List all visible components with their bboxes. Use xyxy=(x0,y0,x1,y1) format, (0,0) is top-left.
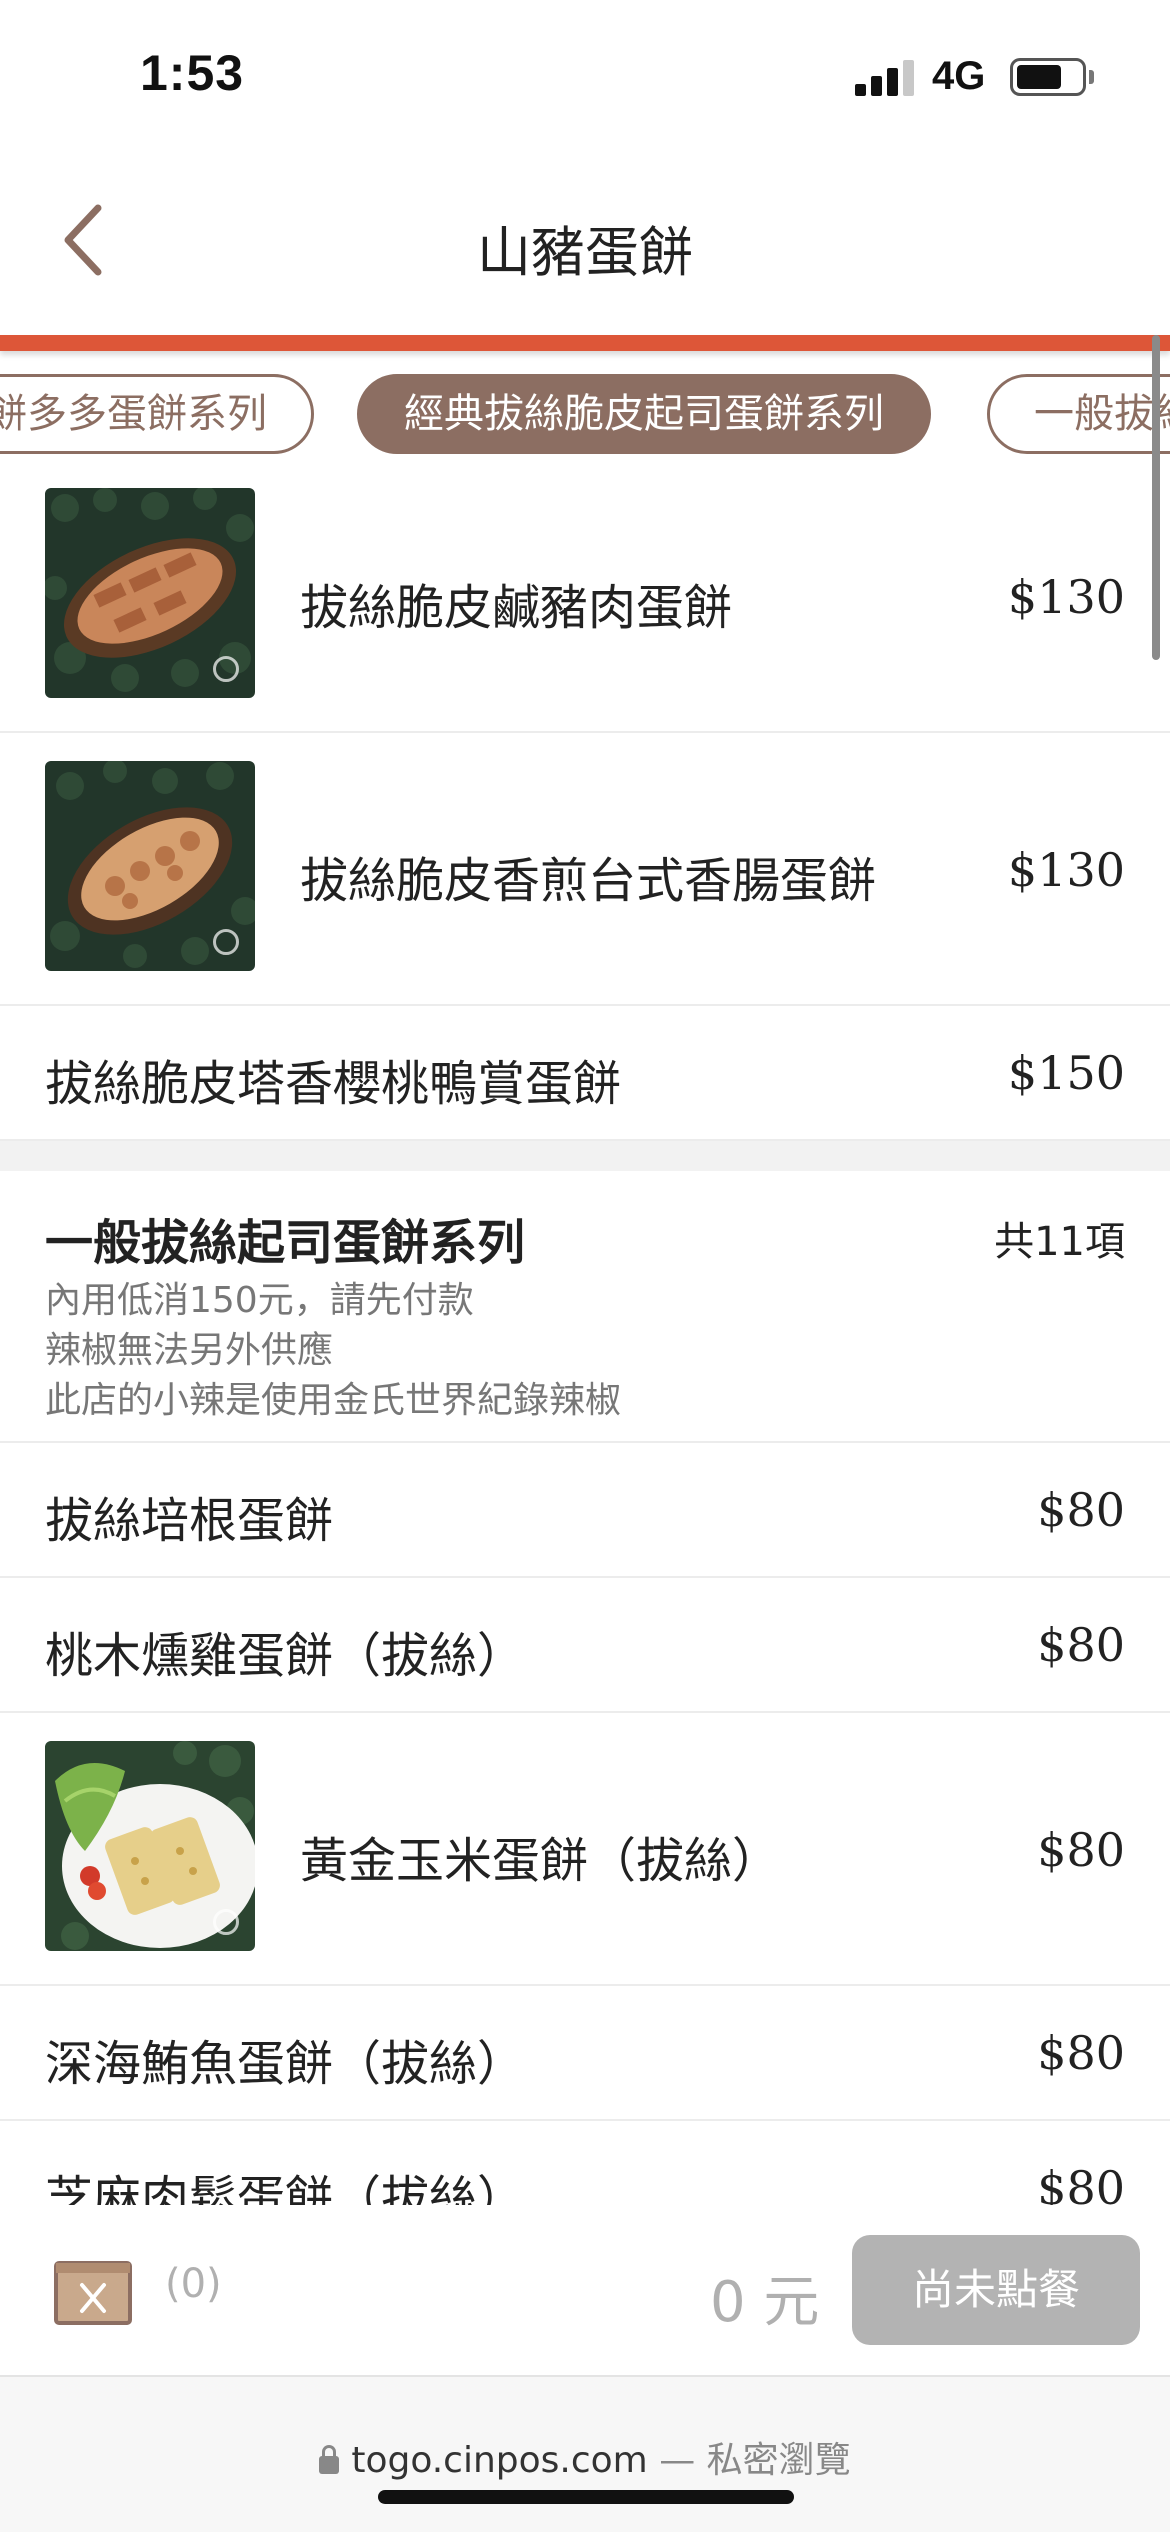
item-name: 黃金玉米蛋餅（拔絲） xyxy=(300,1833,781,1889)
section-note: 內用低消150元，請先付款 xyxy=(45,1280,474,1321)
menu-item[interactable]: 拔絲脆皮塔香櫻桃鴨賞蛋餅 $150 xyxy=(0,1006,1170,1141)
category-tabs: 餅多多蛋餅系列 經典拔絲脆皮起司蛋餅系列 一般拔絲起司蛋餅系列 xyxy=(0,372,1170,456)
item-name: 拔絲培根蛋餅 xyxy=(45,1493,334,1549)
home-indicator[interactable] xyxy=(378,2490,794,2504)
tab-category-1[interactable]: 餅多多蛋餅系列 xyxy=(0,374,314,454)
item-price: $80 xyxy=(1037,1823,1125,1877)
food-photo[interactable] xyxy=(45,488,255,698)
item-name: 桃木燻雞蛋餅（拔絲） xyxy=(45,1628,526,1684)
header: 山豬蛋餅 xyxy=(0,150,1170,335)
section-note: 此店的小辣是使用金氏世界紀錄辣椒 xyxy=(45,1380,622,1421)
section-title: 一般拔絲起司蛋餅系列 xyxy=(45,1215,526,1271)
section-header: 一般拔絲起司蛋餅系列 共11項 內用低消150元，請先付款 辣椒無法另外供應 此… xyxy=(0,1171,1170,1443)
private-browsing-label: — 私密瀏覽 xyxy=(659,2440,851,2481)
food-photo[interactable] xyxy=(45,761,255,971)
section-item-count: 共11項 xyxy=(994,1219,1125,1265)
item-name: 深海鮪魚蛋餅（拔絲） xyxy=(45,2036,526,2092)
menu-item[interactable]: 拔絲脆皮鹹豬肉蛋餅 $130 xyxy=(0,460,1170,733)
section-divider xyxy=(0,1141,1170,1171)
item-price: $80 xyxy=(1037,2026,1125,2080)
battery-cap xyxy=(1089,70,1094,84)
url-domain: togo.cinpos.com xyxy=(351,2440,648,2481)
item-price: $130 xyxy=(1007,570,1125,624)
url-line[interactable]: togo.cinpos.com — 私密瀏覽 xyxy=(0,2431,1170,2483)
browser-address-bar[interactable]: togo.cinpos.com — 私密瀏覽 xyxy=(0,2375,1170,2532)
menu-item[interactable]: 拔絲脆皮香煎台式香腸蛋餅 $130 xyxy=(0,733,1170,1006)
status-time: 1:53 xyxy=(140,45,245,101)
zoom-icon xyxy=(213,656,239,682)
zoom-icon xyxy=(213,1909,239,1935)
item-name: 拔絲脆皮香煎台式香腸蛋餅 xyxy=(300,853,877,909)
cart-bar: (0) 0 元 尚未點餐 xyxy=(0,2205,1170,2375)
header-accent-bar xyxy=(0,335,1170,351)
food-photo[interactable] xyxy=(45,1741,255,1951)
order-button[interactable]: 尚未點餐 xyxy=(852,2235,1140,2345)
tab-category-3[interactable]: 一般拔絲起司蛋餅系列 xyxy=(987,374,1170,454)
item-price: $80 xyxy=(1037,1618,1125,1672)
cellular-signal-icon xyxy=(855,60,915,96)
lock-icon xyxy=(319,2445,340,2474)
item-price: $80 xyxy=(1037,1483,1125,1537)
item-price: $130 xyxy=(1007,843,1125,897)
cart-count: (0) xyxy=(165,2261,222,2307)
tab-category-2[interactable]: 經典拔絲脆皮起司蛋餅系列 xyxy=(357,374,931,454)
menu-item[interactable]: 拔絲培根蛋餅 $80 xyxy=(0,1443,1170,1578)
menu-item[interactable]: 黃金玉米蛋餅（拔絲） $80 xyxy=(0,1713,1170,1986)
status-bar: 1:53 4G xyxy=(0,0,1170,150)
shopping-bag-icon[interactable] xyxy=(52,2255,134,2327)
network-type: 4G xyxy=(932,54,986,98)
menu-item[interactable]: 桃木燻雞蛋餅（拔絲） $80 xyxy=(0,1578,1170,1713)
menu-item[interactable]: 深海鮪魚蛋餅（拔絲） $80 xyxy=(0,1986,1170,2121)
cart-total: 0 元 xyxy=(710,2270,820,2335)
item-name: 拔絲脆皮鹹豬肉蛋餅 xyxy=(300,580,733,636)
menu-list: 拔絲脆皮鹹豬肉蛋餅 $130 拔絲脆皮香煎台式香腸蛋餅 $130 拔絲脆皮塔香櫻… xyxy=(0,460,1170,2256)
page-title: 山豬蛋餅 xyxy=(477,221,693,284)
item-price: $150 xyxy=(1007,1046,1125,1100)
item-name: 拔絲脆皮塔香櫻桃鴨賞蛋餅 xyxy=(45,1056,622,1112)
zoom-icon xyxy=(213,929,239,955)
battery-icon xyxy=(1010,58,1086,96)
section-note: 辣椒無法另外供應 xyxy=(45,1330,334,1371)
